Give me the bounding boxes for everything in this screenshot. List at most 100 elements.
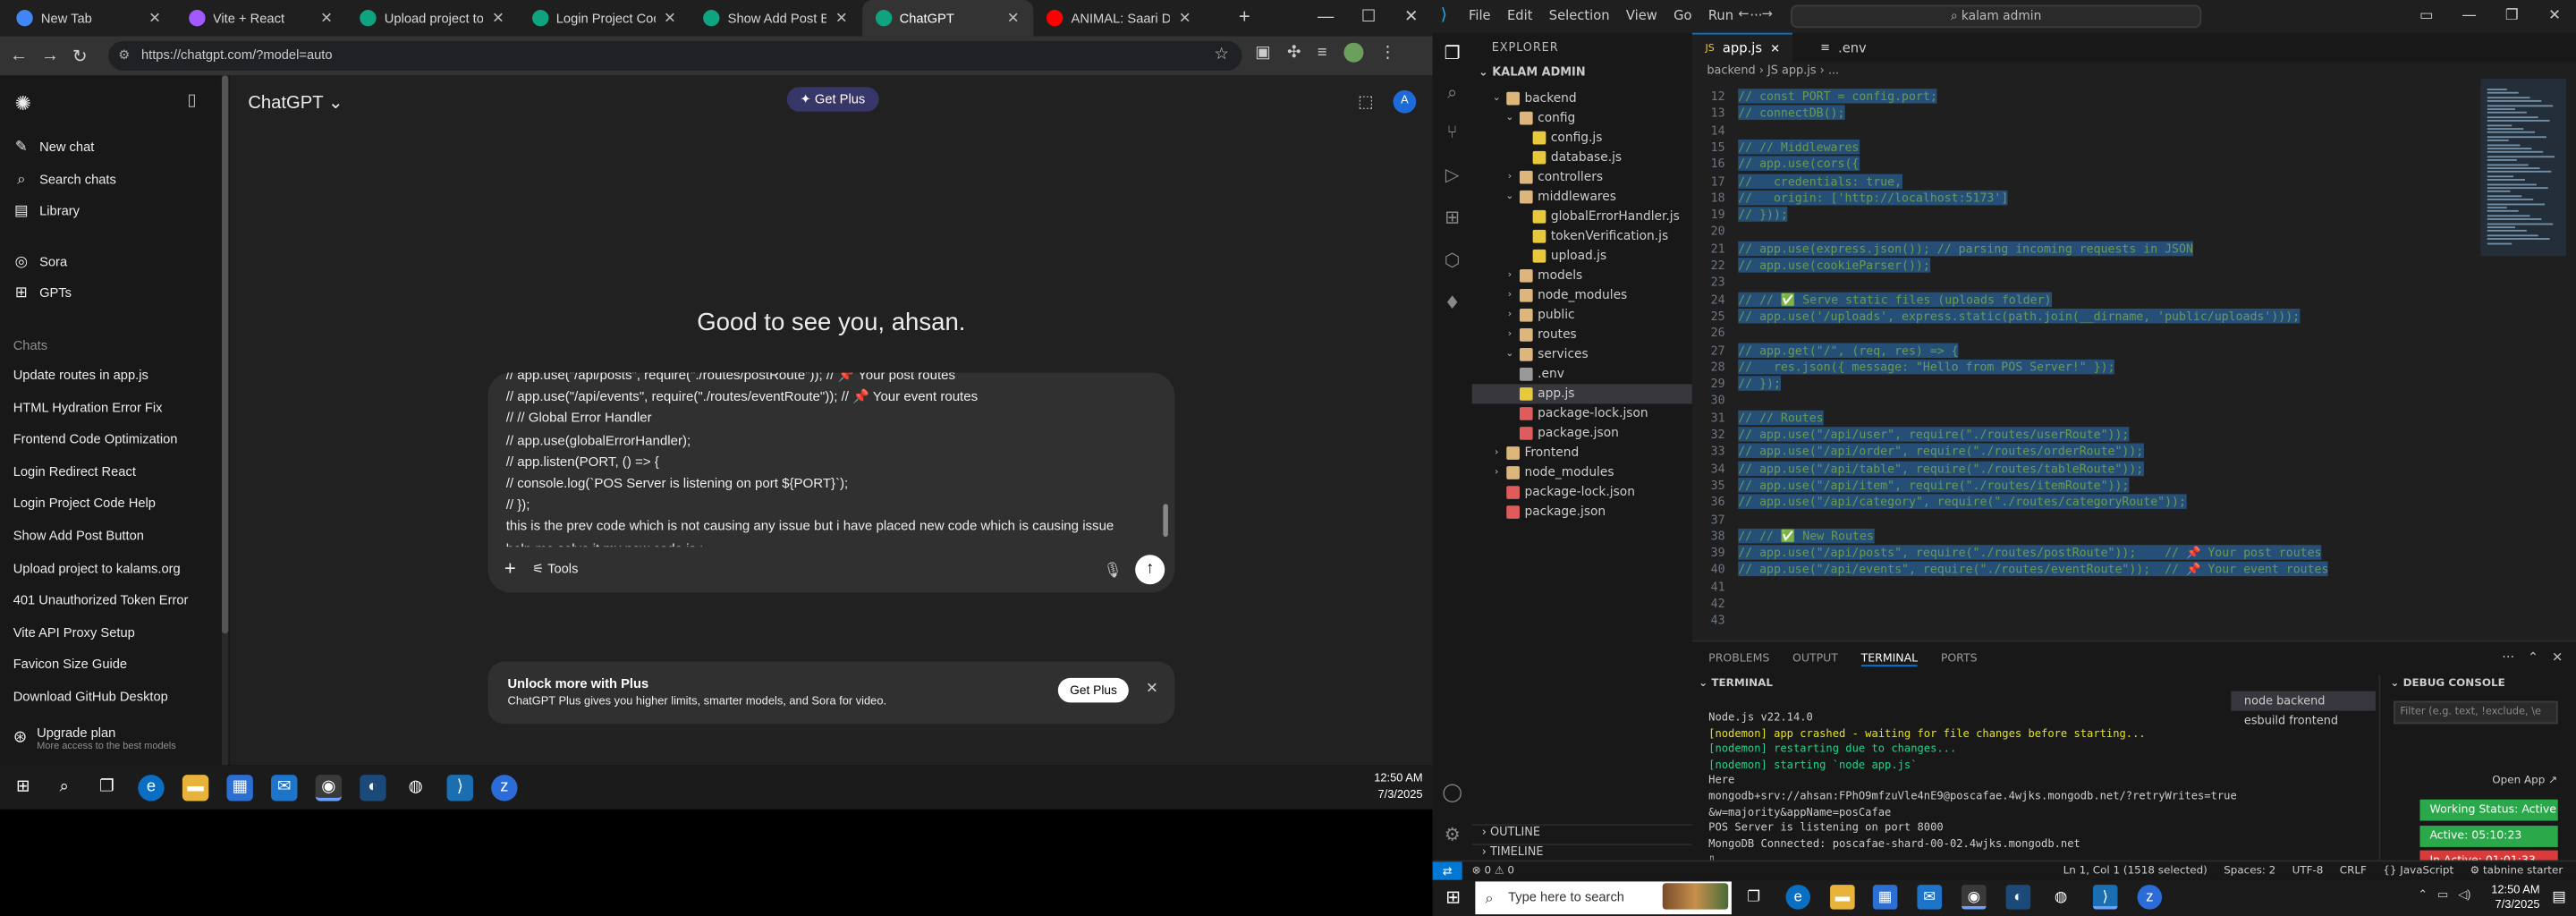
open-app-link[interactable]: Open App ↗: [2492, 773, 2557, 786]
problems-count[interactable]: ⊗ 0 ⚠ 0: [1472, 863, 1514, 877]
project-root[interactable]: ⌄ KALAM ADMIN: [1479, 65, 1586, 79]
editor-tab[interactable]: ≡ .env: [1807, 33, 1879, 63]
browser-tab[interactable]: Show Add Post Button ✕: [690, 0, 860, 36]
upgrade-plan-button[interactable]: ⊛ Upgrade plan More access to the best m…: [13, 725, 176, 751]
nav-forward-icon[interactable]: →: [1762, 6, 1773, 21]
app2-taskbar-icon[interactable]: ◍: [2048, 885, 2073, 910]
close-icon[interactable]: ✕: [2533, 0, 2576, 33]
status-pill[interactable]: Working Status: Active: [2419, 799, 2558, 821]
chat-history-item[interactable]: Favicon Size Guide: [13, 657, 127, 673]
edge-icon[interactable]: e: [1785, 885, 1811, 910]
attach-plus-icon[interactable]: +: [504, 556, 516, 580]
file-tree-item[interactable]: › public: [1472, 305, 1575, 325]
accounts-icon[interactable]: ◯: [1439, 782, 1465, 808]
task-view-icon[interactable]: ❐: [94, 775, 120, 801]
file-tree-item[interactable]: › node_modules: [1472, 462, 1614, 482]
minimap[interactable]: [2480, 79, 2566, 257]
composer-scrollbar[interactable]: [1163, 504, 1168, 538]
settings-gear-icon[interactable]: ⚙: [1439, 824, 1465, 850]
sidebar-scrollbar[interactable]: [221, 75, 229, 766]
maximize-panel-icon[interactable]: ⌃: [2528, 650, 2538, 666]
file-tree-item[interactable]: › controllers: [1472, 167, 1603, 187]
menu-dots-icon[interactable]: ⋮: [1379, 44, 1395, 62]
menu-item[interactable]: View: [1626, 8, 1657, 23]
file-tree-item[interactable]: .env: [1472, 364, 1564, 384]
file-tree-item[interactable]: ⌄ services: [1472, 344, 1589, 364]
site-settings-icon[interactable]: ⚙: [118, 41, 130, 71]
tab-close-icon[interactable]: ✕: [320, 9, 333, 27]
sidebar-item[interactable]: ⊞ GPTs: [13, 284, 72, 301]
chat-history-item[interactable]: Update routes in app.js: [13, 368, 148, 383]
plus-card-close-icon[interactable]: ✕: [1146, 680, 1158, 698]
chat-history-item[interactable]: Login Redirect React: [13, 464, 136, 479]
task-view-icon[interactable]: ❐: [1741, 885, 1767, 910]
search-icon[interactable]: ⌕: [51, 775, 77, 801]
file-tree-item[interactable]: ⌄ middlewares: [1472, 187, 1616, 207]
terminal-output[interactable]: Node.js v22.14.0 [nodemon] app crashed - …: [1708, 711, 2237, 869]
vscode-taskbar-icon[interactable]: ⟩: [2092, 885, 2118, 910]
store-icon[interactable]: ▦: [226, 775, 253, 802]
terminal-session-item[interactable]: esbuild frontend: [2231, 711, 2376, 731]
extensions-icon[interactable]: ⊞: [1439, 207, 1465, 233]
debug-filter-input[interactable]: Filter (e.g. text, !exclude, \e: [2394, 700, 2558, 725]
file-tree-item[interactable]: database.js: [1472, 148, 1622, 167]
browser-tab[interactable]: Upload project to kala ✕: [347, 0, 518, 36]
minimize-icon[interactable]: —: [1304, 0, 1347, 36]
message-composer[interactable]: // app.use("/api/posts", require("./rout…: [487, 372, 1175, 593]
get-plus-button[interactable]: ✦ Get Plus: [786, 87, 878, 112]
outline-section[interactable]: › OUTLINE: [1471, 824, 1692, 844]
file-tree-item[interactable]: globalErrorHandler.js: [1472, 207, 1680, 226]
plus-card-get-plus-button[interactable]: Get Plus: [1058, 677, 1129, 703]
chat-history-item[interactable]: Upload project to kalams.org: [13, 561, 181, 576]
chat-history-item[interactable]: Vite API Proxy Setup: [13, 625, 135, 640]
panel-tab[interactable]: PORTS: [1941, 652, 1978, 667]
sidebar-item[interactable]: ⌕ Search chats: [13, 171, 116, 189]
tab-close-icon[interactable]: ✕: [835, 9, 848, 27]
editor-tab[interactable]: JS app.js ✕: [1691, 32, 1793, 63]
file-tree-item[interactable]: tokenVerification.js: [1472, 226, 1668, 246]
search-icon[interactable]: ⌕: [1439, 82, 1465, 108]
file-tree-item[interactable]: upload.js: [1472, 246, 1606, 266]
sidebar-item[interactable]: ▤ Library: [13, 202, 80, 220]
explorer-icon[interactable]: ❐: [1439, 43, 1465, 69]
menu-item[interactable]: Selection: [1549, 8, 1610, 23]
notification-icon[interactable]: ▤: [2552, 888, 2566, 906]
chat-history-item[interactable]: 401 Unauthorized Token Error: [13, 593, 189, 608]
remote-icon[interactable]: ⬡: [1439, 250, 1465, 276]
tools-button[interactable]: ⚟ Tools: [532, 561, 578, 576]
file-tree-item[interactable]: package-lock.json: [1472, 483, 1635, 503]
model-selector[interactable]: ChatGPT ⌄: [248, 92, 343, 114]
file-tree-item[interactable]: app.js: [1471, 384, 1692, 404]
bookmark-star-icon[interactable]: ☆: [1214, 41, 1228, 71]
zoom-taskbar-icon[interactable]: z: [491, 775, 518, 802]
chat-history-item[interactable]: Frontend Code Optimization: [13, 432, 178, 447]
chat-history-item[interactable]: Show Add Post Button: [13, 529, 144, 544]
code-editor[interactable]: 12 // const PORT = config.port; 13 // conne…: [1692, 89, 2576, 640]
nav-back-icon[interactable]: ←: [1738, 6, 1749, 21]
file-tree-item[interactable]: package.json: [1472, 423, 1619, 443]
file-explorer-icon[interactable]: ▬: [1830, 885, 1855, 910]
file-tree-item[interactable]: › models: [1472, 266, 1582, 285]
microphone-icon[interactable]: 🎙: [1103, 562, 1122, 580]
maximize-icon[interactable]: ☐: [1347, 0, 1390, 36]
file-tree-item[interactable]: › routes: [1472, 325, 1577, 344]
status-item[interactable]: Ln 1, Col 1 (1518 selected): [2063, 863, 2207, 877]
browser-tab[interactable]: Login Project Code He ✕: [518, 0, 689, 36]
status-item[interactable]: Spaces: 2: [2224, 863, 2275, 877]
back-icon[interactable]: ←: [10, 46, 28, 65]
address-bar[interactable]: ⚙ https://chatgpt.com/?model=auto ☆: [108, 40, 1242, 71]
mail-icon[interactable]: ✉: [271, 775, 298, 802]
tray-chevron-icon[interactable]: ⌃: [2418, 888, 2428, 902]
windows-start-icon[interactable]: ⊞: [1445, 886, 1461, 908]
close-icon[interactable]: ✕: [1390, 0, 1433, 36]
chat-history-item[interactable]: Login Project Code Help: [13, 496, 156, 512]
browser-tab[interactable]: New Tab ✕: [4, 0, 174, 36]
temporary-chat-icon[interactable]: ⬚: [1358, 93, 1373, 111]
windows-start-icon[interactable]: ⊞: [10, 775, 36, 801]
status-pill[interactable]: Active: 05:10:23: [2419, 825, 2558, 846]
file-tree-item[interactable]: config.js: [1472, 128, 1602, 148]
profile-avatar[interactable]: [1343, 42, 1363, 63]
status-item[interactable]: CRLF: [2340, 863, 2367, 877]
file-tree-item[interactable]: › node_modules: [1472, 285, 1627, 305]
vscode-taskbar-icon[interactable]: ⟩: [446, 775, 473, 802]
